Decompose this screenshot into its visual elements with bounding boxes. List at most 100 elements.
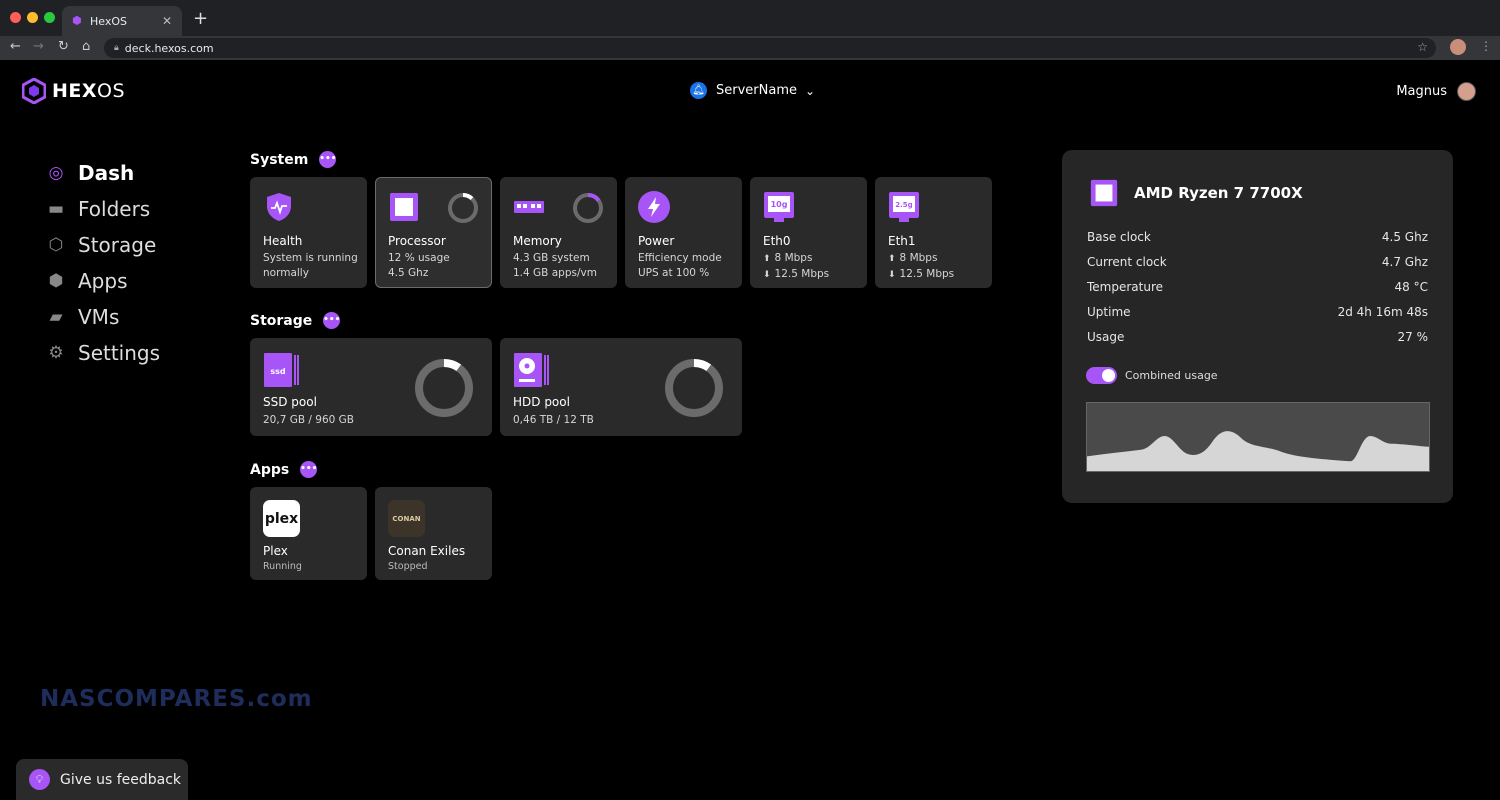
lock-icon: 🔒︎	[114, 43, 119, 53]
hdd-usage-ring	[665, 359, 723, 417]
hexos-logo-icon	[22, 78, 46, 104]
home-icon[interactable]: ⌂	[82, 39, 90, 54]
storage-icon: ⬡	[48, 235, 64, 255]
ethernet-icon: 10g	[764, 192, 794, 222]
back-icon[interactable]: ←	[10, 39, 21, 54]
server-selector[interactable]: 🔔︎ ServerName ⌄	[690, 82, 815, 99]
hdd-pool-card[interactable]: HDD pool 0,46 TB / 12 TB	[500, 338, 742, 436]
hdd-icon	[514, 353, 549, 387]
window-maximize-button[interactable]	[44, 12, 55, 23]
stat-row-base-clock: Base clock 4.5 Ghz	[1087, 230, 1428, 244]
ssd-usage-ring	[415, 359, 473, 417]
tab-title: HexOS	[90, 14, 127, 28]
combined-usage-label: Combined usage	[1125, 369, 1218, 382]
cpu-icon	[1090, 179, 1118, 207]
system-more-button[interactable]: •••	[319, 151, 336, 168]
eth1-card[interactable]: 2.5g Eth1 ⬆ 8 Mbps ⬇ 12.5 Mbps	[875, 177, 992, 288]
browser-toolbar: ← → ↻ ⌂ 🔒︎ deck.hexos.com ☆ ⋮	[0, 36, 1500, 60]
apps-icon: ⬢	[48, 271, 64, 291]
ethernet-icon: 2.5g	[889, 192, 919, 222]
reload-icon[interactable]: ↻	[58, 39, 69, 54]
power-card[interactable]: Power Efficiency mode UPS at 100 %	[625, 177, 742, 288]
plex-logo-icon: plex	[263, 500, 300, 537]
stat-row-temperature: Temperature 48 °C	[1087, 280, 1428, 294]
eth0-speed-badge: 10g	[771, 200, 788, 209]
processor-model: AMD Ryzen 7 7700X	[1134, 184, 1303, 202]
sidebar-item-label: Dash	[78, 161, 135, 185]
sidebar-item-folders[interactable]: ▬ Folders	[46, 191, 160, 227]
system-section-title: System •••	[250, 151, 337, 168]
processor-card[interactable]: Processor 12 % usage 4.5 Ghz	[375, 177, 492, 288]
ssd-icon: ssd	[264, 353, 299, 387]
cpu-icon	[390, 193, 418, 221]
combined-usage-toggle-row: Combined usage	[1086, 367, 1218, 384]
apps-section-title: Apps •••	[250, 461, 318, 478]
sidebar-item-label: Settings	[78, 341, 161, 365]
processor-stats: Base clock 4.5 Ghz Current clock 4.7 Ghz T…	[1087, 230, 1428, 355]
ssd-badge: ssd	[270, 367, 286, 376]
forward-icon[interactable]: →	[33, 39, 44, 54]
folder-icon: ▬	[47, 199, 65, 219]
upload-arrow-icon: ⬆	[888, 254, 896, 264]
health-card[interactable]: Health System is running normally	[250, 177, 367, 288]
ssd-pool-card[interactable]: ssd SSD pool 20,7 GB / 960 GB	[250, 338, 492, 436]
browser-profile-avatar[interactable]	[1450, 39, 1466, 55]
plex-app-card[interactable]: plex Plex Running	[250, 487, 367, 580]
memory-icon	[514, 201, 544, 213]
new-tab-button[interactable]: +	[193, 8, 208, 29]
stat-row-current-clock: Current clock 4.7 Ghz	[1087, 255, 1428, 269]
browser-menu-icon[interactable]: ⋮	[1480, 39, 1492, 53]
storage-section-title: Storage •••	[250, 312, 341, 329]
gear-icon: ⚙	[48, 343, 64, 363]
storage-more-button[interactable]: •••	[323, 312, 340, 329]
sidebar-item-settings[interactable]: ⚙ Settings	[46, 335, 160, 371]
browser-tabbar: ⬢ HexOS ✕ +	[0, 0, 1500, 36]
processor-usage-ring	[448, 193, 478, 223]
browser-tab[interactable]: ⬢ HexOS ✕	[62, 6, 182, 36]
sidebar-nav: ◎ Dash ▬ Folders ⬡ Storage ⬢ Apps ▰ VMs …	[46, 155, 160, 371]
feedback-button[interactable]: 💡︎ Give us feedback	[16, 759, 188, 800]
sidebar-item-apps[interactable]: ⬢ Apps	[46, 263, 160, 299]
avatar	[1457, 82, 1476, 101]
brand-name: HEXOS	[52, 80, 126, 102]
upload-arrow-icon: ⬆	[763, 254, 771, 264]
download-arrow-icon: ⬇	[763, 270, 771, 280]
sidebar-item-storage[interactable]: ⬡ Storage	[46, 227, 160, 263]
user-name: Magnus	[1396, 84, 1447, 99]
address-bar[interactable]: 🔒︎ deck.hexos.com ☆	[104, 38, 1436, 58]
memory-usage-ring	[573, 193, 603, 223]
memory-card[interactable]: Memory 4.3 GB system 1.4 GB apps/vm	[500, 177, 617, 288]
vm-icon: ▰	[49, 307, 63, 327]
window-minimize-button[interactable]	[27, 12, 38, 23]
window-close-button[interactable]	[10, 12, 21, 23]
shield-icon	[267, 193, 291, 221]
conan-exiles-app-card[interactable]: CONAN Conan Exiles Stopped	[375, 487, 492, 580]
url-text: deck.hexos.com	[124, 41, 214, 55]
sidebar-item-vms[interactable]: ▰ VMs	[46, 299, 160, 335]
download-arrow-icon: ⬇	[888, 270, 896, 280]
sidebar-item-label: Storage	[78, 233, 157, 257]
stat-row-usage: Usage 27 %	[1087, 330, 1428, 344]
hexos-logo[interactable]: HEXOS	[22, 78, 125, 104]
chevron-down-icon: ⌄	[804, 83, 816, 98]
lightbulb-icon: 💡︎	[29, 769, 50, 790]
usage-graph	[1086, 402, 1430, 472]
server-name: ServerName	[716, 83, 797, 98]
sidebar-item-label: Apps	[78, 269, 128, 293]
lightning-icon	[638, 191, 670, 223]
watermark: NASCOMPARES.com	[40, 686, 313, 712]
hexos-favicon-icon: ⬢	[72, 14, 82, 27]
apps-more-button[interactable]: •••	[300, 461, 317, 478]
tab-close-icon[interactable]: ✕	[162, 14, 172, 28]
user-menu[interactable]: Magnus	[1396, 82, 1476, 101]
conan-logo-icon: CONAN	[388, 500, 425, 537]
processor-detail-panel: AMD Ryzen 7 7700X Base clock 4.5 Ghz Curr…	[1062, 150, 1453, 503]
eth0-card[interactable]: 10g Eth0 ⬆ 8 Mbps ⬇ 12.5 Mbps	[750, 177, 867, 288]
bookmark-star-icon[interactable]: ☆	[1417, 40, 1428, 54]
server-icon: 🔔︎	[690, 82, 707, 99]
sidebar-item-dash[interactable]: ◎ Dash	[46, 155, 160, 191]
eth1-speed-badge: 2.5g	[895, 201, 912, 209]
stat-row-uptime: Uptime 2d 4h 16m 48s	[1087, 305, 1428, 319]
combined-usage-toggle[interactable]	[1086, 367, 1117, 384]
sidebar-item-label: VMs	[78, 305, 120, 329]
